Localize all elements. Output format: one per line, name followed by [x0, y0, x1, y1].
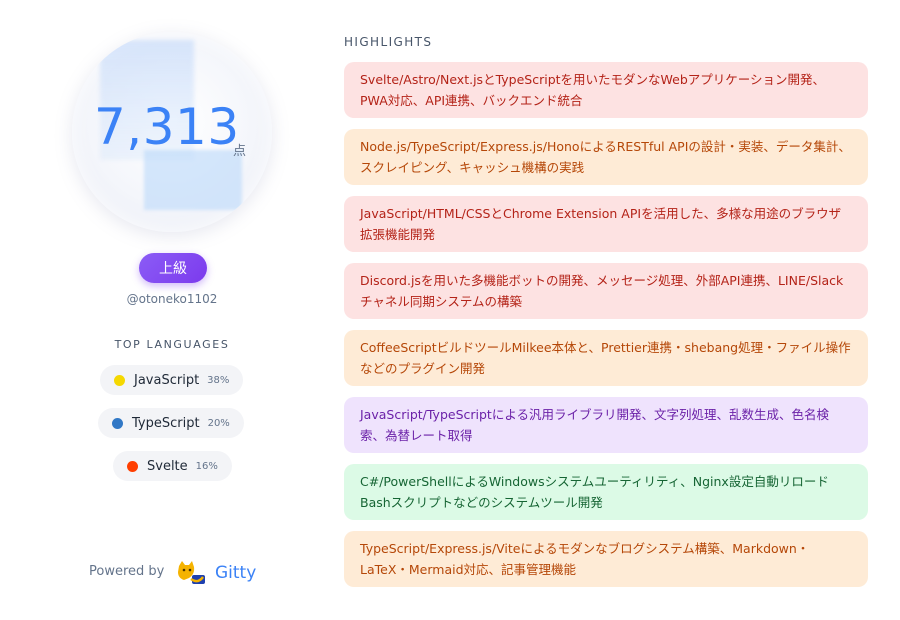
- highlight-text: Svelte/Astro/Next.jsとTypeScriptを用いたモダンなW…: [360, 72, 826, 108]
- language-name: Svelte: [147, 458, 188, 474]
- highlight-card: Node.js/TypeScript/Express.js/HonoによるRES…: [344, 129, 868, 185]
- score-glow: [144, 150, 242, 210]
- highlight-text: JavaScript/HTML/CSSとChrome Extension API…: [360, 206, 842, 242]
- powered-by-label: Powered by: [89, 564, 165, 579]
- highlight-card: JavaScript/TypeScriptによる汎用ライブラリ開発、文字列処理、…: [344, 397, 868, 453]
- language-pill-svelte: Svelte 16%: [113, 451, 232, 481]
- highlight-card: TypeScript/Express.js/Viteによるモダンなブログシステム…: [344, 531, 868, 587]
- gitty-brand-link[interactable]: Gitty: [215, 563, 256, 583]
- language-color-dot: [114, 374, 125, 386]
- highlight-card: Discord.jsを用いた多機能ボットの開発、メッセージ処理、外部API連携、…: [344, 263, 868, 319]
- highlight-text: TypeScript/Express.js/Viteによるモダンなブログシステム…: [360, 541, 810, 577]
- gitty-cat-logo-icon: [178, 561, 205, 584]
- level-badge: 上級: [139, 253, 207, 283]
- highlight-text: Node.js/TypeScript/Express.js/HonoによるRES…: [360, 139, 851, 175]
- highlight-text: CoffeeScriptビルドツールMilkee本体と、Prettier連携・s…: [360, 340, 851, 376]
- highlight-text: JavaScript/TypeScriptによる汎用ライブラリ開発、文字列処理、…: [360, 407, 829, 443]
- score-circle: 7,313 点: [72, 32, 272, 232]
- profile-panel: 7,313 点 上級 @otoneko1102 TOP LANGUAGES Ja…: [0, 0, 344, 620]
- username[interactable]: @otoneko1102: [0, 292, 344, 306]
- score-value: 7,313: [94, 98, 240, 156]
- language-percent: 16%: [195, 460, 218, 472]
- language-pill-javascript: JavaScript 38%: [100, 365, 244, 395]
- highlight-text: C#/PowerShellによるWindowsシステムユーティリティ、Nginx…: [360, 474, 829, 510]
- language-name: JavaScript: [134, 372, 200, 388]
- language-name: TypeScript: [132, 415, 200, 431]
- language-color-dot: [127, 460, 138, 472]
- language-percent: 20%: [207, 417, 230, 429]
- top-languages-title: TOP LANGUAGES: [114, 338, 230, 351]
- highlights-title: HIGHLIGHTS: [344, 35, 433, 49]
- language-color-dot: [112, 417, 123, 429]
- highlight-card: Svelte/Astro/Next.jsとTypeScriptを用いたモダンなW…: [344, 62, 868, 118]
- language-pill-typescript: TypeScript 20%: [98, 408, 244, 438]
- score-unit: 点: [233, 144, 247, 159]
- highlight-card: JavaScript/HTML/CSSとChrome Extension API…: [344, 196, 868, 252]
- language-percent: 38%: [207, 374, 230, 386]
- highlight-card: CoffeeScriptビルドツールMilkee本体と、Prettier連携・s…: [344, 330, 868, 386]
- highlight-text: Discord.jsを用いた多機能ボットの開発、メッセージ処理、外部API連携、…: [360, 273, 844, 309]
- highlight-card: C#/PowerShellによるWindowsシステムユーティリティ、Nginx…: [344, 464, 868, 520]
